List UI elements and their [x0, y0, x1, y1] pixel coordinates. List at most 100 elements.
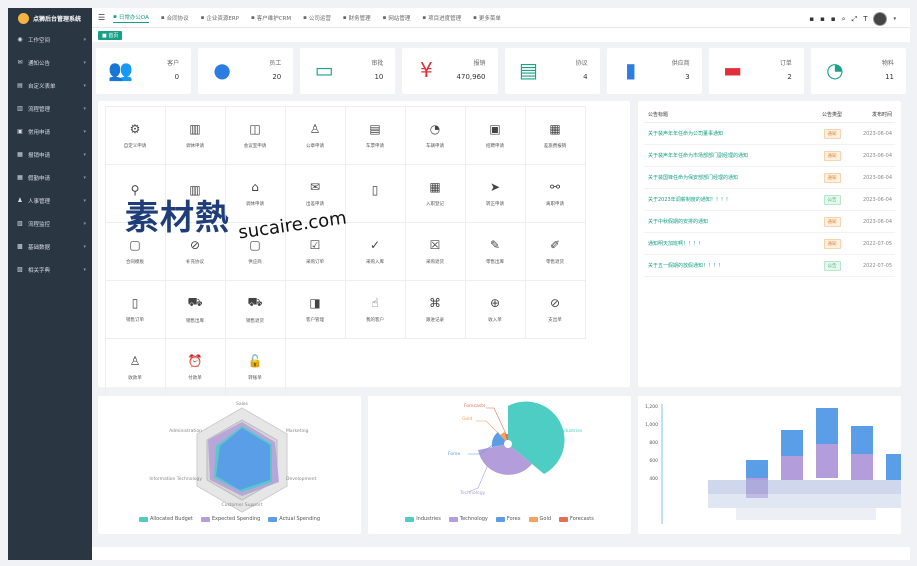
- notice-title[interactable]: 通知明天加班啊！！！！: [644, 240, 812, 247]
- legend-item[interactable]: Actual Spending: [268, 516, 320, 522]
- legend-item[interactable]: Forex: [495, 516, 521, 522]
- avatar[interactable]: [873, 12, 888, 26]
- app-shortcut[interactable]: ▣ 招聘申请: [464, 105, 526, 165]
- stat-card-7[interactable]: ◔ 物料 11: [810, 48, 906, 94]
- sidebar-item-0[interactable]: ◉ 工作空间 ▾: [8, 28, 92, 51]
- stat-card-2[interactable]: ▭ 审批 10: [300, 48, 396, 94]
- table-row[interactable]: 关于裴声年年任命为公司董事通知 通知 2023-06-04: [644, 123, 895, 145]
- tab-4[interactable]: ▪ 公司运营: [303, 14, 331, 22]
- notice-title[interactable]: 关于裴声年年任命为市场部部门副经理的通知: [644, 152, 812, 159]
- tab-1[interactable]: ▪ 合同协议: [161, 14, 189, 22]
- app-shortcut[interactable]: ➤ 转正申请: [464, 163, 526, 223]
- tab-5[interactable]: ▪ 财务管理: [343, 14, 371, 22]
- tab-7[interactable]: ▪ 项目进度管理: [422, 14, 461, 22]
- table-row[interactable]: 关于2023年调薪制度的通知！！！！ 公告 2023-06-04: [644, 189, 895, 211]
- save-icon[interactable]: ▪: [809, 15, 814, 23]
- brand[interactable]: 点狮后台管理系统: [8, 8, 92, 28]
- project-icon: ▪: [422, 14, 427, 21]
- app-shortcut[interactable]: ⊕ 收入单: [464, 279, 526, 339]
- fullscreen-icon[interactable]: ⤢: [852, 15, 858, 24]
- app-shortcut[interactable]: ♙ 收款单: [104, 337, 166, 397]
- table-row[interactable]: 关于五一假期的放假通知！！！！ 公告 2022-07-05: [644, 255, 895, 277]
- app-shortcut[interactable]: ⚙ 自定义申请: [104, 105, 166, 165]
- app-shortcut[interactable]: ⛟ 销售出库: [164, 279, 226, 339]
- app-shortcut[interactable]: ⚯ 离职申请: [524, 163, 586, 223]
- app-shortcut[interactable]: ♙ 公章申请: [284, 105, 346, 165]
- font-size-icon[interactable]: T: [863, 15, 867, 23]
- search-icon[interactable]: ⌕: [842, 15, 846, 24]
- app-shortcut[interactable]: ▯: [344, 163, 406, 223]
- app-shortcut[interactable]: ▤ 车票申请: [344, 105, 406, 165]
- app-shortcut[interactable]: ◫ 会议室申请: [224, 105, 286, 165]
- sidebar-item-8[interactable]: ▧ 流程监控 ▾: [8, 212, 92, 235]
- app-shortcut[interactable]: ⛟ 销售退货: [224, 279, 286, 339]
- app-shortcut[interactable]: ▦ 差旅费报销: [524, 105, 586, 165]
- sidebar-item-5[interactable]: ▦ 报销申请 ▾: [8, 143, 92, 166]
- legend-label: Expected Spending: [211, 516, 261, 522]
- stat-card-1[interactable]: ● 员工 20: [198, 48, 294, 94]
- stat-card-5[interactable]: ▮ 供应商 3: [606, 48, 702, 94]
- legend-item[interactable]: Allocated Budget: [138, 516, 193, 522]
- status-badge: 通知: [823, 172, 841, 183]
- tab-8[interactable]: ▪ 更多菜单: [473, 14, 501, 22]
- sidebar-item-1[interactable]: ✉ 通知公告 ▾: [8, 51, 92, 74]
- legend-item[interactable]: Gold: [528, 516, 551, 522]
- sidebar-item-6[interactable]: ▦ 假勤申请 ▾: [8, 166, 92, 189]
- clipboard-icon[interactable]: ▪: [831, 15, 836, 23]
- legend-item[interactable]: Expected Spending: [200, 516, 261, 522]
- app-icon: ▢: [129, 237, 141, 252]
- legend-item[interactable]: Technology: [448, 516, 488, 522]
- app-shortcut[interactable]: ☒ 采购退货: [404, 221, 466, 281]
- tab-2[interactable]: ▪ 企业资源ERP: [201, 14, 239, 22]
- app-shortcut[interactable]: ✐ 零售退货: [524, 221, 586, 281]
- app-shortcut[interactable]: ⊘ 支出单: [524, 279, 586, 339]
- table-row[interactable]: 关于裴国锋任命为保安部部门经理的通知 通知 2023-06-04: [644, 167, 895, 189]
- document-icon[interactable]: ▪: [820, 15, 825, 23]
- app-shortcut[interactable]: ✓ 采购入库: [344, 221, 406, 281]
- menu-toggle-icon[interactable]: ☰: [98, 13, 105, 22]
- stat-card-3[interactable]: ¥ 报销 470,960: [402, 48, 498, 94]
- app-shortcut[interactable]: ✎ 零售出库: [464, 221, 526, 281]
- table-row[interactable]: 关于中秋假期的安排的通知 通知 2023-06-04: [644, 211, 895, 233]
- notice-title[interactable]: 关于裴声年年任命为公司董事通知: [644, 130, 812, 137]
- notice-date: 2023-06-04: [862, 152, 892, 159]
- app-shortcut[interactable]: ▥ 调休申请: [164, 105, 226, 165]
- app-shortcut[interactable]: ⏰ 付款单: [164, 337, 226, 397]
- app-shortcut[interactable]: ◨ 客户管理: [284, 279, 346, 339]
- app-shortcut[interactable]: 🔓 转账单: [224, 337, 286, 397]
- app-shortcut[interactable]: ☝ 我的客户: [344, 279, 406, 339]
- table-row[interactable]: 关于裴声年年任命为市场部部门副经理的通知 通知 2023-06-04: [644, 145, 895, 167]
- sidebar-item-9[interactable]: ▩ 基础数据 ▾: [8, 235, 92, 258]
- stat-card-0[interactable]: 👥 客户 0: [96, 48, 192, 94]
- stat-card-6[interactable]: ▬ 订单 2: [708, 48, 804, 94]
- sidebar-item-2[interactable]: ▤ 自定义表单 ▾: [8, 74, 92, 97]
- notice-title[interactable]: 关于2023年调薪制度的通知！！！！: [644, 196, 812, 203]
- tab-6[interactable]: ▪ 网站管理: [383, 14, 411, 22]
- sidebar-item-10[interactable]: ▨ 相关字典 ▾: [8, 258, 92, 281]
- radar-chart: Sales Marketing Development Customer Sup…: [149, 401, 317, 513]
- notice-title[interactable]: 关于裴国锋任命为保安部部门经理的通知: [644, 174, 812, 181]
- sidebar-item-3[interactable]: ▥ 流程管理 ▾: [8, 97, 92, 120]
- app-icon: ◫: [249, 121, 261, 136]
- chevron-down-icon[interactable]: ▾: [893, 16, 896, 22]
- stat-card-4[interactable]: ▤ 协议 4: [504, 48, 600, 94]
- tab-3[interactable]: ▪ 客户维护CRM: [251, 14, 291, 22]
- legend-item[interactable]: Forecasts: [559, 516, 594, 522]
- legend-item[interactable]: Industries: [405, 516, 441, 522]
- app-shortcut[interactable]: ▯ 销售订单: [104, 279, 166, 339]
- notice-title[interactable]: 关于中秋假期的安排的通知: [644, 218, 812, 225]
- sidebar-item-4[interactable]: ▣ 常用申请 ▾: [8, 120, 92, 143]
- sidebar-item-7[interactable]: ♟ 人事管理 ▾: [8, 189, 92, 212]
- rose-center: [504, 440, 512, 448]
- breadcrumb-home[interactable]: ■ 首页: [98, 30, 123, 40]
- app-shortcut[interactable]: ⌘ 跟进记录: [404, 279, 466, 339]
- table-row[interactable]: 通知明天加班啊！！！！ 通知 2022-07-05: [644, 233, 895, 255]
- app-shortcut[interactable]: ◔ 车辆申请: [404, 105, 466, 165]
- app-icon: ⌘: [429, 295, 441, 310]
- app-shortcut[interactable]: ▦ 入职登记: [404, 163, 466, 223]
- stat-cards: 👥 客户 0 ● 员工 20 ▭ 审批 10 ¥ 报销 470,960 ▤ 协议 4 ▮ …: [96, 48, 906, 94]
- app-icon: ▥: [189, 121, 201, 136]
- app-label: 补充协议: [186, 259, 204, 265]
- notice-title[interactable]: 关于五一假期的放假通知！！！！: [644, 262, 812, 269]
- tab-0[interactable]: ▪ 日常办公OA: [113, 13, 149, 23]
